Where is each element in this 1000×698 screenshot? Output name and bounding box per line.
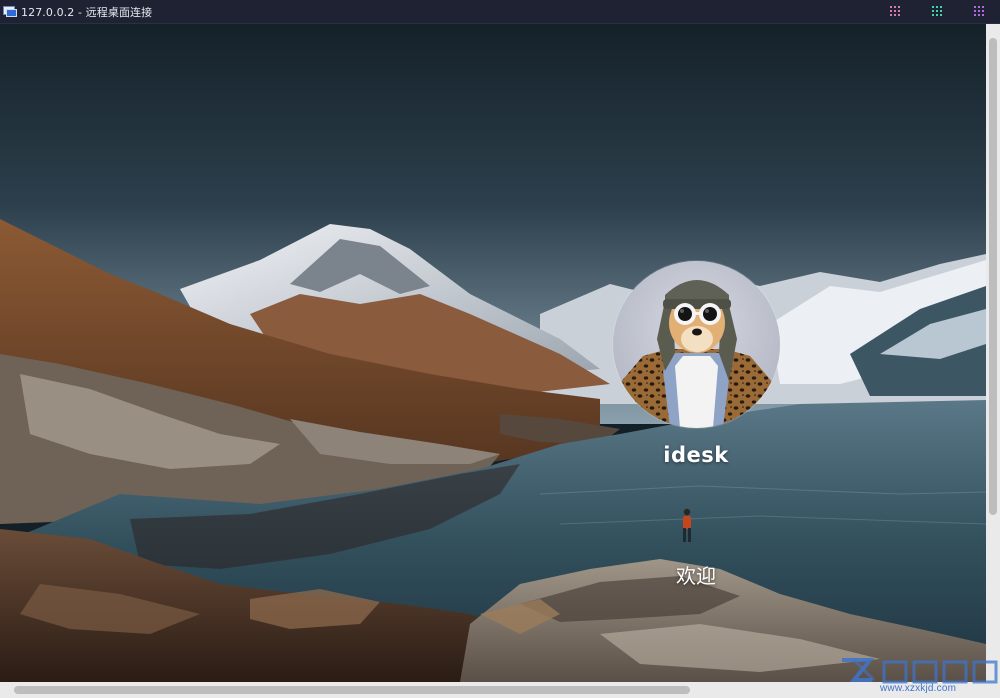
window-controls (890, 0, 986, 24)
dog-with-sunglasses-avatar (613, 261, 780, 428)
vertical-scrollbar[interactable] (986, 24, 1000, 682)
remote-desktop-icon (3, 5, 17, 18)
welcome-status-text: 欢迎 (676, 564, 716, 588)
lockscreen-wallpaper (0, 24, 986, 682)
minimize-button[interactable] (890, 6, 902, 18)
user-avatar[interactable] (613, 261, 780, 428)
close-button[interactable] (974, 6, 986, 18)
window-title: 127.0.0.2 - 远程桌面连接 (21, 5, 153, 19)
maximize-button[interactable] (932, 6, 944, 18)
horizontal-scroll-thumb[interactable] (14, 686, 690, 694)
vertical-scroll-thumb[interactable] (989, 38, 997, 515)
rdp-titlebar: 127.0.0.2 - 远程桌面连接 (0, 0, 1000, 24)
username-label: idesk (663, 443, 729, 467)
remote-desktop-viewport[interactable]: idesk 欢迎 (0, 24, 986, 682)
horizontal-scrollbar[interactable] (0, 682, 1000, 698)
